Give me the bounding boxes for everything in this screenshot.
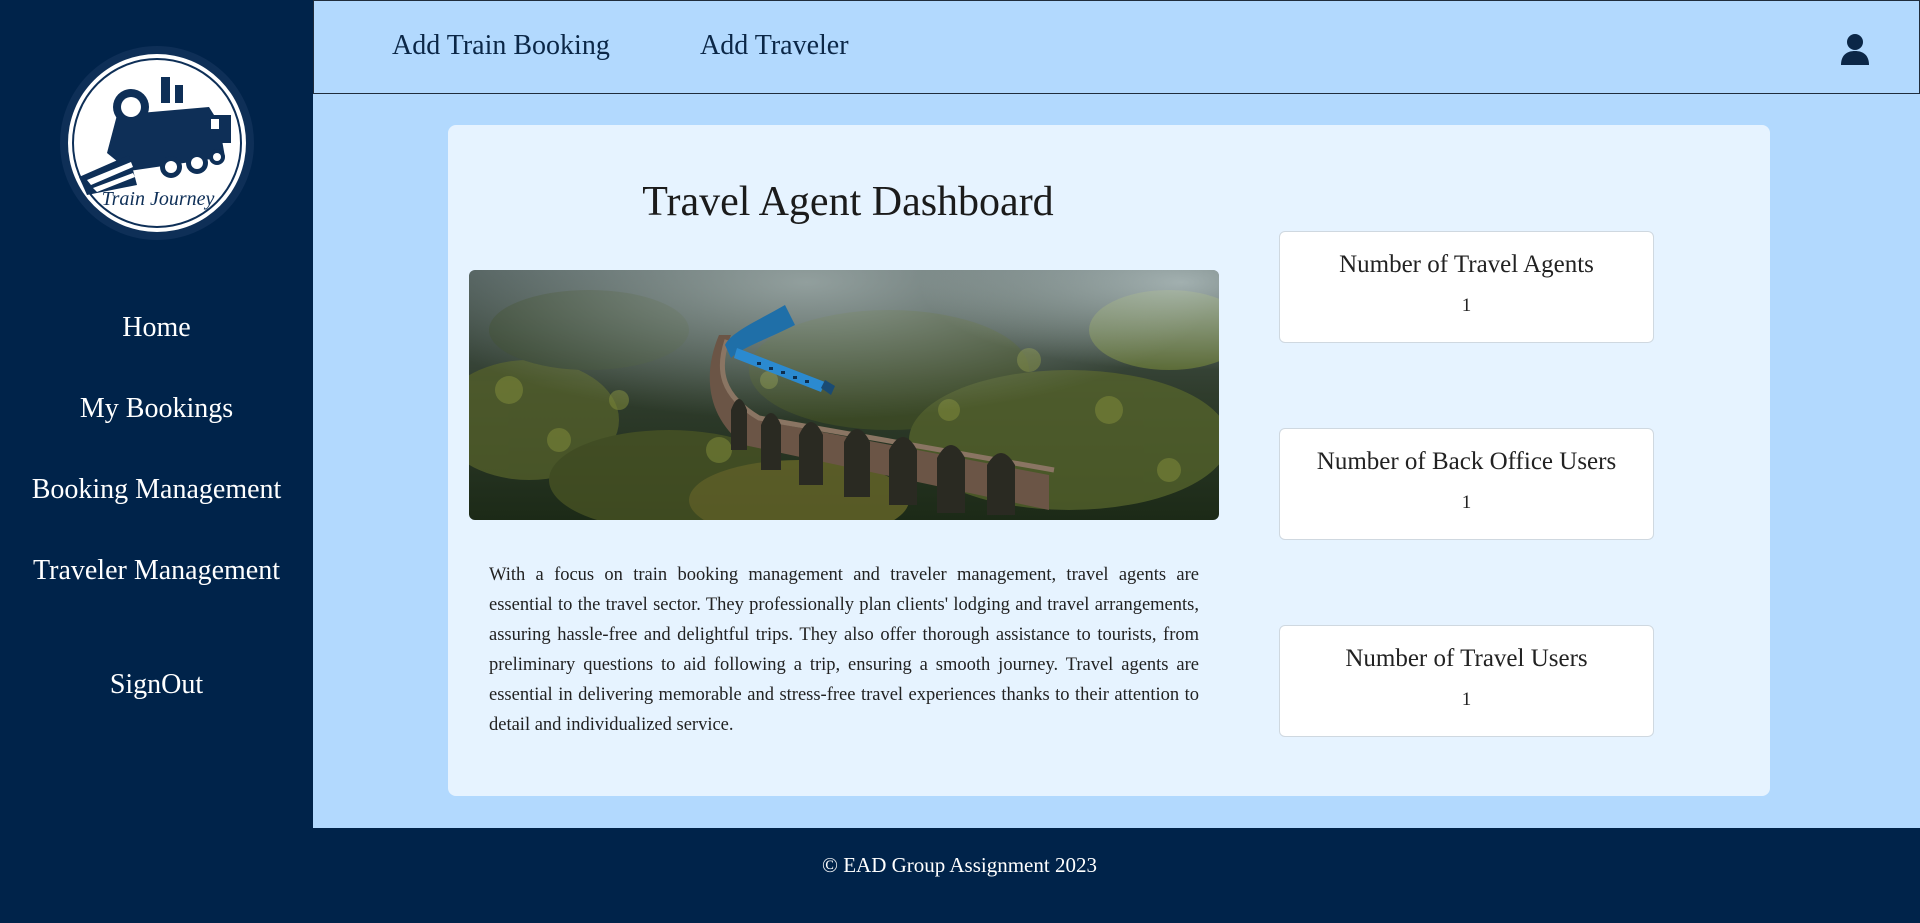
stat-card-travel-agents: Number of Travel Agents 1 [1279,231,1654,343]
stat-card-back-office-users: Number of Back Office Users 1 [1279,428,1654,540]
add-train-booking-link[interactable]: Add Train Booking [392,29,610,63]
train-bridge-image [469,270,1219,520]
train-journey-logo[interactable]: Train Journey [59,45,255,241]
logo-text: Train Journey [102,188,215,210]
top-navbar: Add Train Booking Add Traveler [313,0,1920,94]
add-traveler-link[interactable]: Add Traveler [700,29,849,63]
page-title: Travel Agent Dashboard [642,179,1054,225]
stat-label: Number of Travel Agents [1339,251,1594,278]
stat-value: 1 [1461,492,1472,513]
stat-value: 1 [1461,295,1472,316]
footer-copyright: © EAD Group Assignment 2023 [822,853,1097,877]
stat-value: 1 [1461,689,1472,710]
sidebar-item-my-bookings[interactable]: My Bookings [0,392,313,426]
dashboard-card: Travel Agent Dashboard With a focus on t… [448,125,1770,796]
sidebar-item-signout[interactable]: SignOut [0,668,313,702]
stat-label: Number of Travel Users [1345,645,1588,672]
footer: © EAD Group Assignment 2023 [313,828,1920,923]
sidebar-item-home[interactable]: Home [0,311,313,345]
sidebar: Train Journey Home My Bookings Booking M… [0,0,313,923]
stat-label: Number of Back Office Users [1316,448,1617,475]
dashboard-description: With a focus on train booking management… [489,565,1199,735]
sidebar-item-traveler-management[interactable]: Traveler Management [0,554,313,588]
user-icon[interactable] [1839,33,1871,65]
stat-card-travel-users: Number of Travel Users 1 [1279,625,1654,737]
sidebar-item-booking-management[interactable]: Booking Management [0,473,313,507]
